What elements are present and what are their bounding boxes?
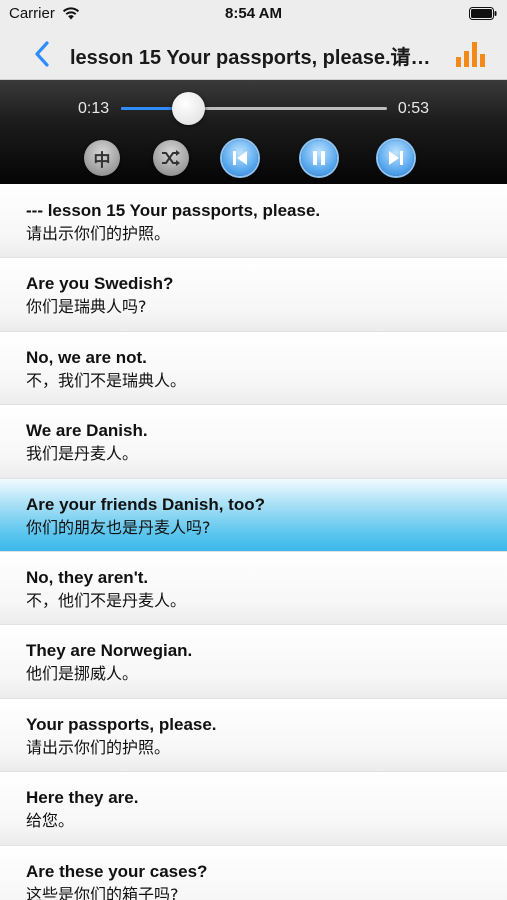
sentence-chinese: 请出示你们的护照。 [26,737,171,757]
list-item[interactable]: Here they are. 给您。 [0,772,507,846]
sentence-english: --- lesson 15 Your passports, please. [26,201,321,220]
battery-icon [469,7,497,20]
sentence-chinese: 不，我们不是瑞典人。 [26,370,187,390]
sentence-english: Are you Swedish? [26,274,174,294]
page-title: lesson 15 Your passports, please.请… [70,47,431,69]
sentence-english: They are Norwegian. [26,641,193,661]
language-toggle-button[interactable]: 中 [84,140,120,176]
language-toggle-label: 中 [93,150,111,171]
sentence-english: Are your friends Danish, too? [26,494,265,514]
sentence-chinese: 我们是丹麦人。 [26,444,139,464]
sentence-english: No, they aren't. [26,567,149,587]
list-item-active[interactable]: Are your friends Danish, too? 你们的朋友也是丹麦人吗… [0,478,507,552]
previous-button[interactable] [222,140,258,176]
sentence-english: Are these your cases? [26,861,208,881]
sentence-chinese: 给您。 [26,811,75,831]
sentence-english: Here they are. [26,788,139,808]
shuffle-icon [162,150,180,166]
next-button[interactable] [378,140,414,176]
sentence-chinese: 这些是你们的箱子吗? [26,884,179,900]
equalizer-icon[interactable] [455,40,485,68]
list-item[interactable]: We are Danish. 我们是丹麦人。 [0,405,507,479]
sentence-chinese: 你们的朋友也是丹麦人吗? [26,517,211,537]
sentence-chinese: 他们是挪威人。 [26,664,139,684]
sentence-chinese: 你们是瑞典人吗? [26,297,147,317]
list-item[interactable]: Are these your cases? 这些是你们的箱子吗? [0,845,507,900]
list-item[interactable]: They are Norwegian. 他们是挪威人。 [0,625,507,699]
shuffle-button[interactable] [153,140,189,176]
audio-player: 0:13 0:53 中 [0,80,507,184]
skip-previous-icon [233,151,247,165]
list-item[interactable]: No, they aren't. 不，他们不是丹麦人。 [0,551,507,626]
sentence-english: No, we are not. [26,347,147,367]
list-item[interactable]: Are you Swedish? 你们是瑞典人吗? [0,258,507,332]
back-chevron-icon[interactable] [34,40,50,68]
sentence-chinese: 不，他们不是丹麦人。 [26,590,187,610]
list-item[interactable]: Your passports, please. 请出示你们的护照。 [0,698,507,773]
list-item[interactable]: --- lesson 15 Your passports, please. 请出示… [0,185,507,259]
skip-next-icon [389,151,403,165]
progress-slider-thumb[interactable] [171,92,205,125]
sentence-english: We are Danish. [26,421,148,441]
sentence-list: --- lesson 15 Your passports, please. 请出示… [0,185,507,900]
sentence-english: Your passports, please. [26,714,217,734]
elapsed-time: 0:13 [78,100,110,117]
sentence-chinese: 请出示你们的护照。 [26,224,171,243]
total-time: 0:53 [397,100,429,117]
status-bar: Carrier 8:54 AM [0,0,507,28]
pause-icon [313,151,325,165]
list-item[interactable]: No, we are not. 不，我们不是瑞典人。 [0,331,507,406]
progress-slider[interactable] [121,92,387,125]
pause-button[interactable] [301,140,337,176]
status-time: 8:54 AM [225,5,282,22]
navigation-bar: lesson 15 Your passports, please.请… [0,28,507,80]
